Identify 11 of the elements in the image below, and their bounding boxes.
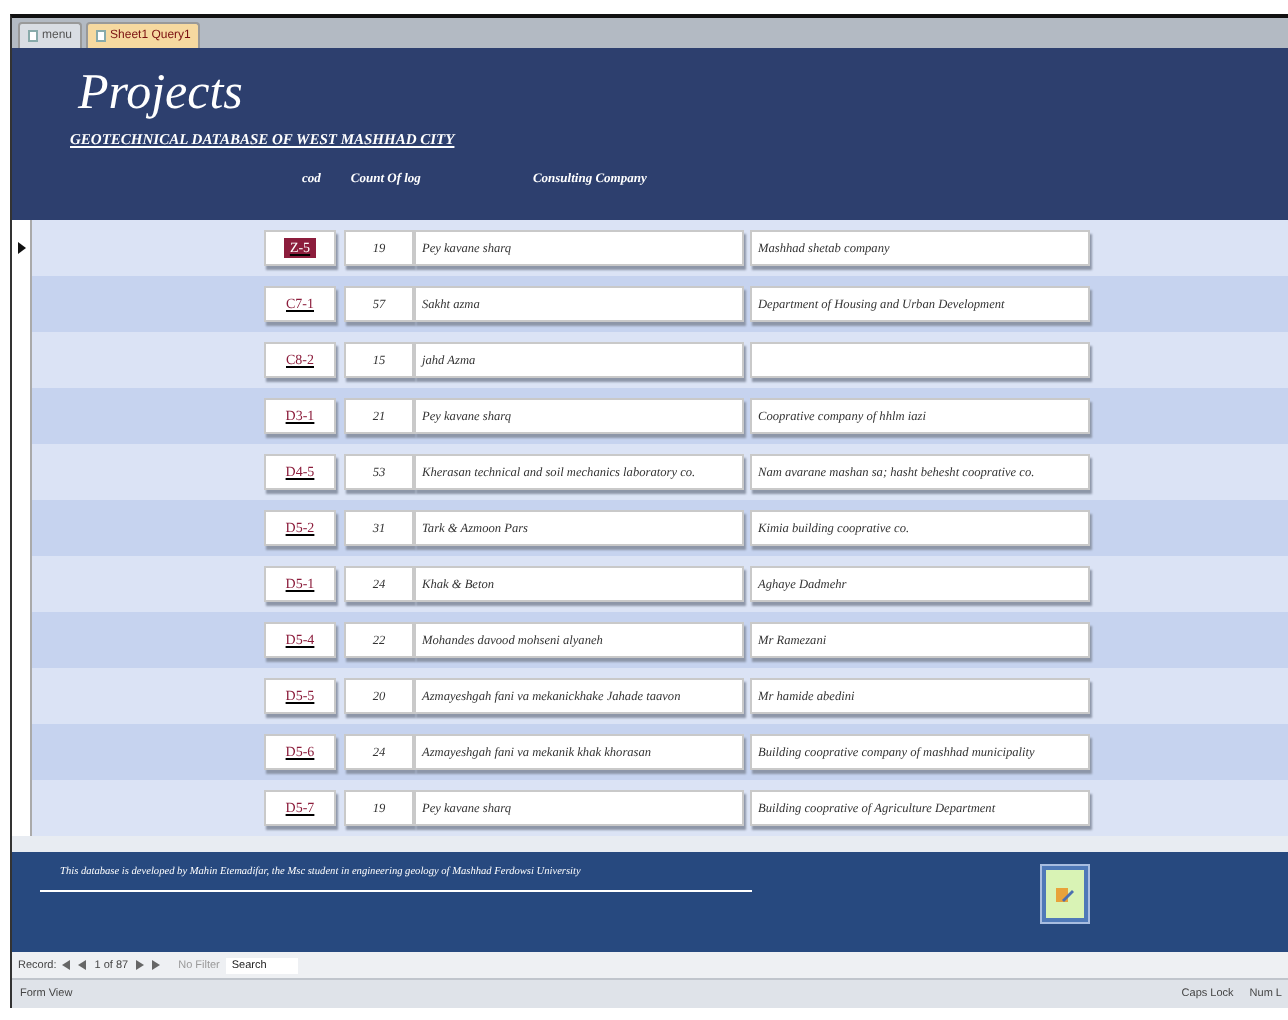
- last-record-icon[interactable]: [150, 960, 161, 970]
- first-record-icon[interactable]: [62, 960, 73, 970]
- record-selector[interactable]: [12, 220, 32, 276]
- edit-button[interactable]: [1042, 866, 1088, 922]
- pencil-icon: [1056, 885, 1074, 903]
- current-record-icon: [17, 242, 25, 254]
- document-icon: [28, 30, 38, 42]
- next-record-icon[interactable]: [134, 960, 145, 970]
- document-icon: [96, 30, 107, 42]
- previous-record-icon[interactable]: [78, 960, 89, 970]
- form-title: Projects: [78, 68, 245, 118]
